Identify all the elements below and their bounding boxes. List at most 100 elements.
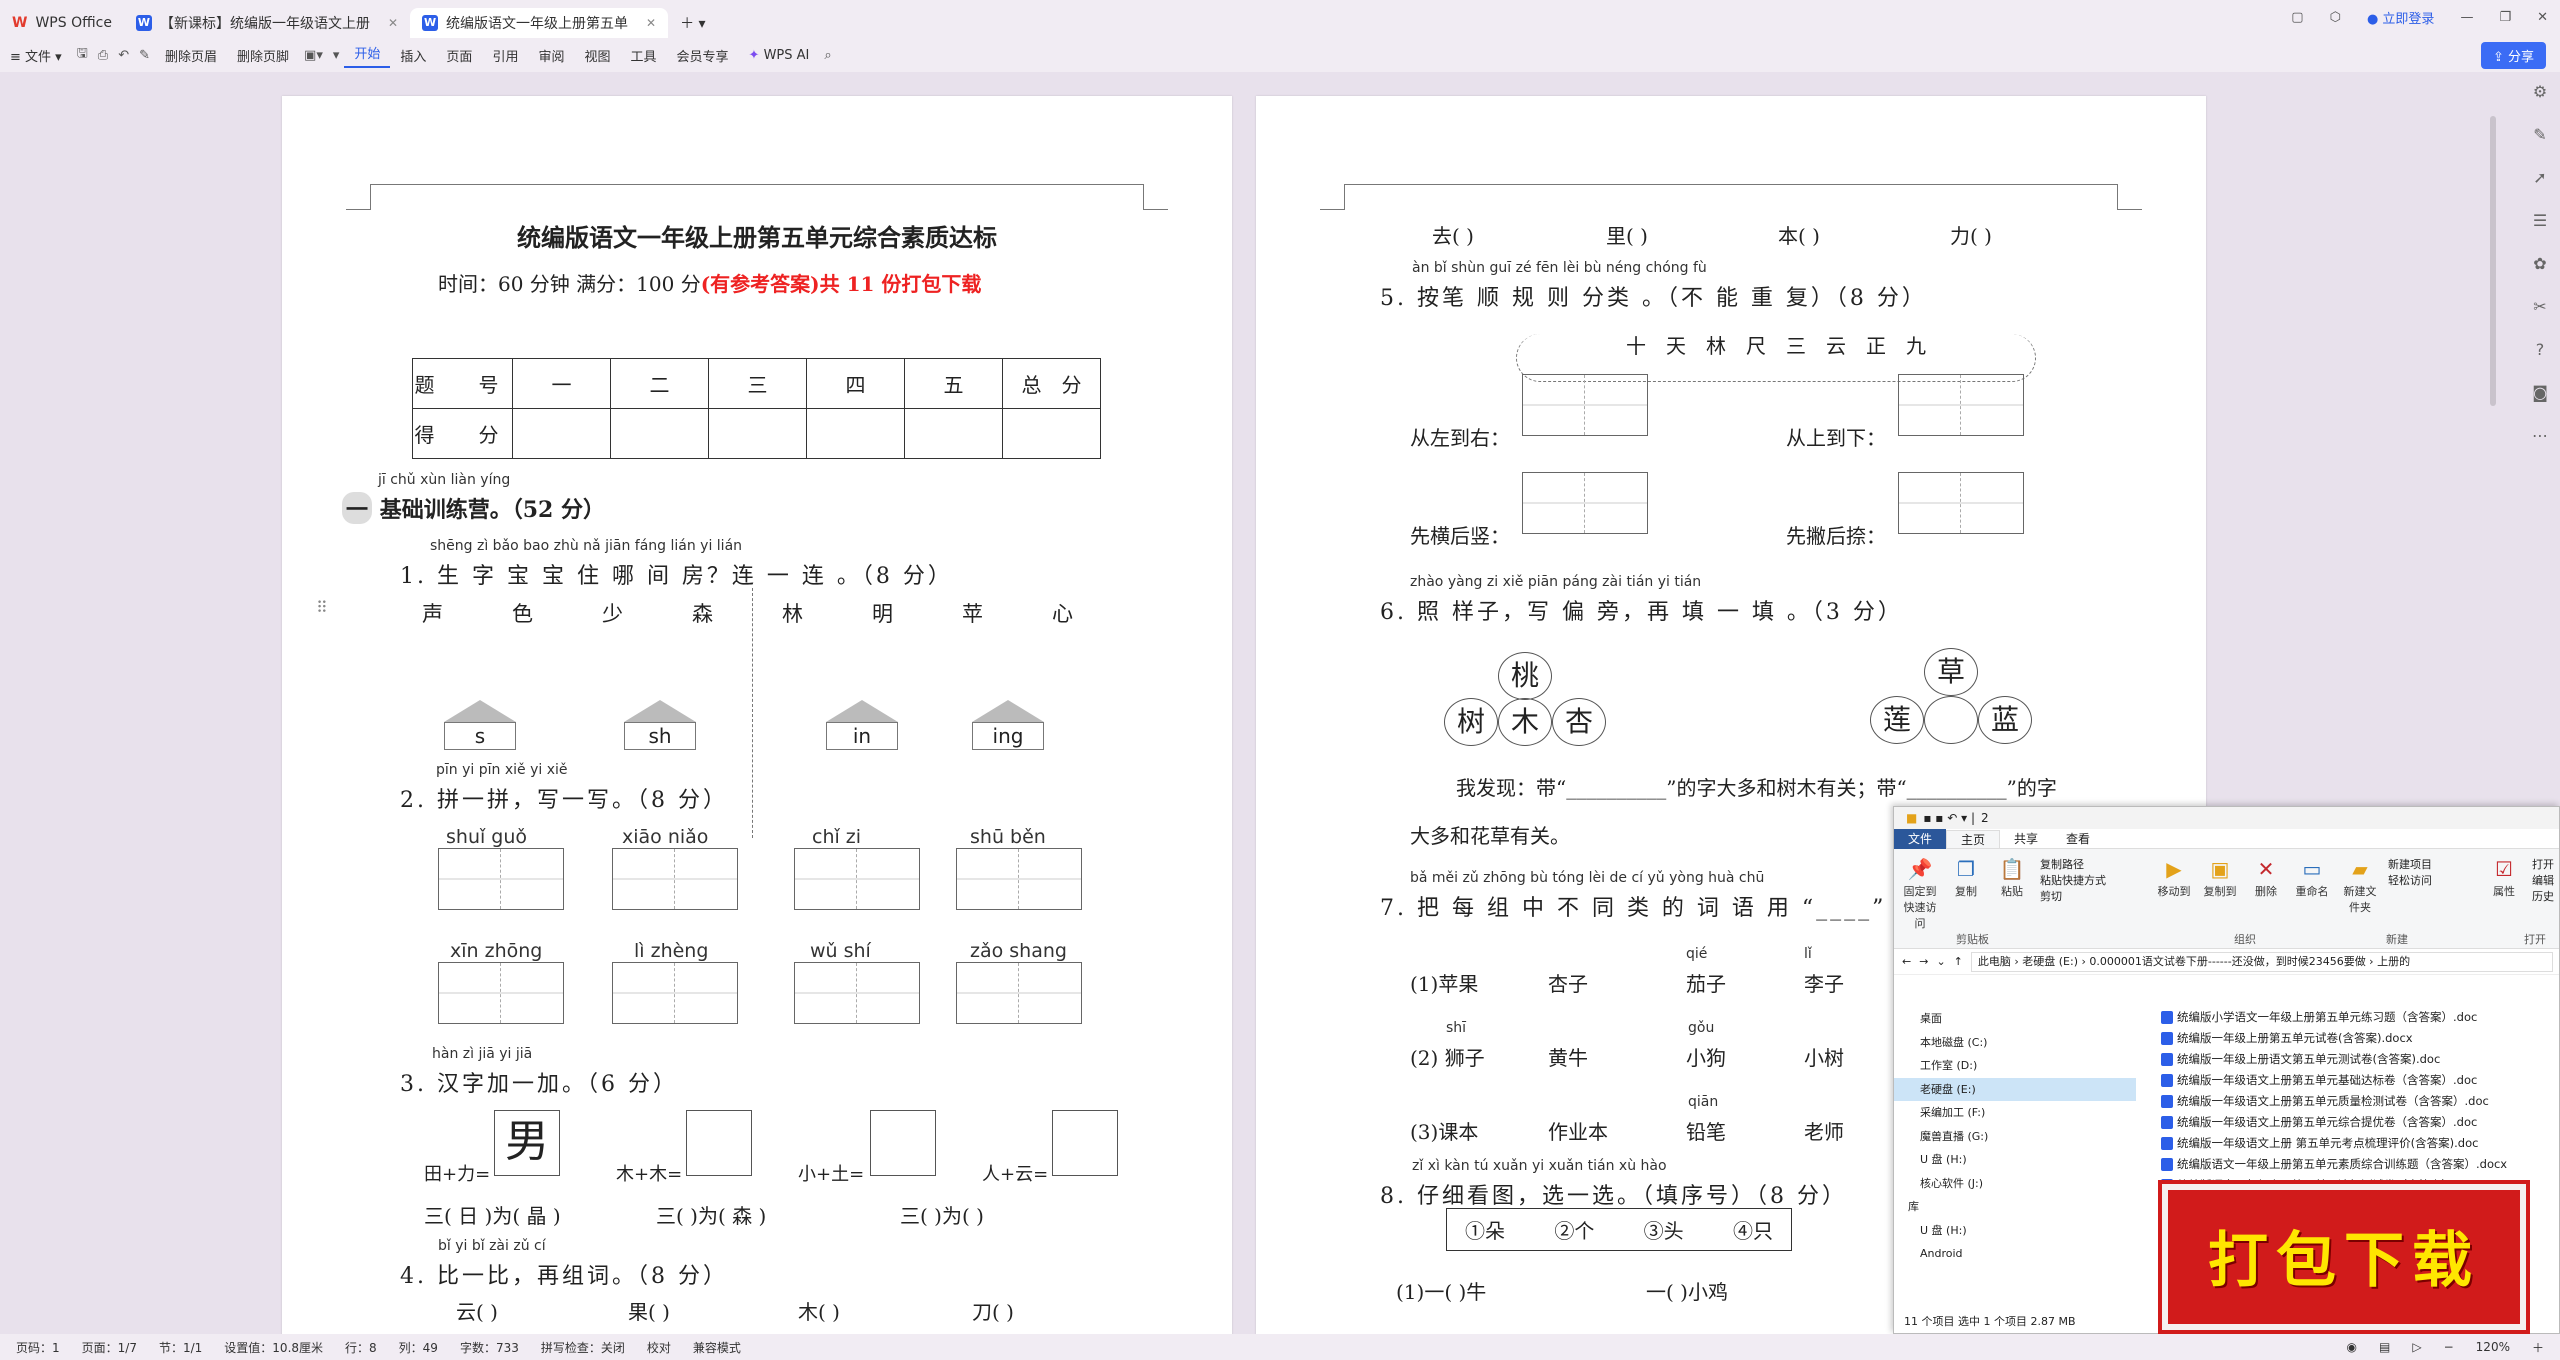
tab-view[interactable]: 视图 — [574, 46, 620, 65]
tab-reference[interactable]: 引用 — [482, 46, 528, 65]
file-item[interactable]: 统编版一年级上册语文第五单元测试卷(含答案).doc — [2159, 1049, 2559, 1070]
answer-box[interactable]: 男 — [494, 1110, 560, 1176]
copy-button[interactable]: ❐ 复制 — [1948, 857, 1984, 899]
new-item-button[interactable]: 新建项目 — [2388, 857, 2458, 873]
format-painter-icon[interactable]: ✎ — [134, 48, 155, 63]
camera-icon[interactable]: ◙ — [2532, 383, 2548, 402]
file-item[interactable]: 统编版一年级语文上册第五单元质量检测试卷（含答案）.doc — [2159, 1091, 2559, 1112]
select-icon[interactable]: ➚ — [2533, 168, 2546, 187]
more-icon[interactable]: ⋯ — [2532, 426, 2548, 445]
writing-grid[interactable] — [1898, 374, 2024, 436]
history-button[interactable]: 历史 — [2532, 889, 2560, 905]
nav-item[interactable]: Android — [1894, 1242, 2136, 1266]
save-icon[interactable]: 🖫 — [72, 44, 93, 66]
help-icon[interactable]: ? — [2536, 340, 2545, 359]
writing-grid[interactable] — [438, 848, 564, 910]
restore-icon[interactable]: ❐ — [2499, 10, 2511, 25]
copy-to-button[interactable]: ▣ 复制到 — [2202, 857, 2238, 899]
status-compat-mode[interactable]: 兼容模式 — [693, 1339, 741, 1356]
writing-grid[interactable] — [794, 848, 920, 910]
undo-icon[interactable]: ↶ — [113, 48, 134, 63]
nav-item[interactable]: 本地磁盘 (C:) — [1894, 1031, 2136, 1055]
status-section[interactable]: 节：1/1 — [159, 1339, 202, 1356]
more-icon[interactable]: ▾ — [328, 48, 345, 63]
download-banner[interactable]: 打包下载 — [2162, 1184, 2526, 1330]
cut-button[interactable]: 剪切 — [2040, 889, 2130, 905]
file-item[interactable]: 统编版一年级语文上册第五单元基础达标卷（含答案）.doc — [2159, 1070, 2559, 1091]
explorer-tab-file[interactable]: 文件 — [1894, 828, 1947, 849]
nav-item[interactable]: 核心软件 (J:) — [1894, 1172, 2136, 1196]
forward-icon[interactable]: → — [1919, 955, 1928, 968]
wps-ai-button[interactable]: ✦ WPS AI — [739, 48, 820, 63]
close-window-icon[interactable]: ✕ — [2537, 10, 2548, 25]
file-item[interactable]: 统编版小学语文一年级上册第五单元练习题（含答案）.doc — [2159, 1007, 2559, 1028]
explorer-tab-view[interactable]: 查看 — [2052, 830, 2104, 847]
zoom-in-icon[interactable]: ＋ — [2532, 1339, 2544, 1356]
status-proofread[interactable]: 校对 — [647, 1339, 671, 1356]
tab-page[interactable]: 页面 — [436, 46, 482, 65]
close-tab-icon[interactable]: ✕ — [388, 16, 398, 30]
writing-grid[interactable] — [612, 848, 738, 910]
file-item[interactable]: 统编版语文一年级上册第五单元素质综合训练题（含答案）.docx — [2159, 1154, 2559, 1175]
writing-grid[interactable] — [956, 848, 1082, 910]
move-to-button[interactable]: ▶ 移动到 — [2156, 857, 2192, 899]
status-pages[interactable]: 页面：1/7 — [82, 1339, 137, 1356]
eye-icon[interactable]: ◉ — [2347, 1340, 2357, 1354]
print-icon[interactable]: ⎙ — [93, 48, 113, 63]
explorer-tab-home[interactable]: 主页 — [1946, 829, 2001, 848]
menu-button[interactable]: ≡ 文件 ▾ — [0, 46, 72, 65]
settings-icon[interactable]: ☰ — [2533, 211, 2547, 230]
tab-document-2[interactable]: W 统编版语文一年级上册第五单 ✕ — [410, 8, 669, 38]
tab-member[interactable]: 会员专享 — [667, 46, 739, 65]
open-button[interactable]: 打开 — [2532, 857, 2560, 873]
tab-document-1[interactable]: W 【新课标】统编版一年级语文上册 ✕ — [124, 8, 410, 38]
file-item[interactable]: 统编版一年级语文上册 第五单元考点梳理评价(含答案).doc — [2159, 1133, 2559, 1154]
tab-wps-office[interactable]: W WPS Office — [0, 8, 124, 38]
nav-item[interactable]: 库 — [1894, 1195, 2136, 1219]
status-page[interactable]: 页码：1 — [16, 1339, 60, 1356]
search-icon[interactable]: ⌕ — [819, 48, 836, 63]
new-tab-button[interactable]: ＋ ▾ — [668, 8, 717, 38]
cube-icon[interactable]: ⬡ — [2330, 10, 2341, 25]
tab-review[interactable]: 审阅 — [528, 46, 574, 65]
tab-start[interactable]: 开始 — [344, 43, 391, 68]
file-item[interactable]: 统编版一年级语文上册第五单元综合提优卷（含答案）.doc — [2159, 1112, 2559, 1133]
nav-item[interactable]: 桌面 — [1894, 1007, 2136, 1031]
tools-icon[interactable]: ✂ — [2533, 297, 2546, 316]
play-icon[interactable]: ▷ — [2412, 1340, 2421, 1354]
path-input[interactable]: 此电脑 › 老硬盘 (E:) › 0.000001语文试卷下册------还没做… — [1970, 951, 2553, 972]
close-tab-icon[interactable]: ✕ — [646, 16, 656, 30]
tab-tools[interactable]: 工具 — [620, 46, 666, 65]
delete-footer-button[interactable]: 删除页脚 — [227, 46, 299, 65]
login-button[interactable]: ● 立即登录 — [2367, 8, 2435, 27]
nav-item[interactable]: 工作室 (D:) — [1894, 1054, 2136, 1078]
nav-item[interactable]: U 盘 (H:) — [1894, 1219, 2136, 1243]
tab-insert[interactable]: 插入 — [390, 46, 436, 65]
status-word-count[interactable]: 字数：733 — [460, 1339, 519, 1356]
drag-handle-icon[interactable]: ⠿ — [316, 598, 328, 617]
share-button[interactable]: ⇪ 分享 — [2480, 42, 2546, 69]
status-spellcheck[interactable]: 拼写检查：关闭 — [541, 1339, 625, 1356]
delete-header-button[interactable]: 删除页眉 — [155, 46, 227, 65]
zoom-out-icon[interactable]: − — [2444, 1340, 2454, 1354]
paste-button[interactable]: 📋 粘贴 — [1994, 857, 2030, 899]
writing-grid[interactable] — [438, 962, 564, 1024]
quick-access-icons[interactable]: ▪ ▪ ↶ ▾ | — [1923, 811, 1975, 825]
answer-box[interactable] — [1052, 1110, 1118, 1176]
status-row[interactable]: 行：8 — [345, 1339, 377, 1356]
writing-grid[interactable] — [956, 962, 1082, 1024]
style-icon[interactable]: ✿ — [2533, 254, 2546, 273]
writing-grid[interactable] — [612, 962, 738, 1024]
nav-item[interactable]: 采编加工 (F:) — [1894, 1101, 2136, 1125]
writing-grid[interactable] — [794, 962, 920, 1024]
delete-button[interactable]: ✕ 删除 — [2248, 857, 2284, 899]
rename-button[interactable]: ▭ 重命名 — [2294, 857, 2330, 899]
edit-button[interactable]: 编辑 — [2532, 873, 2560, 889]
file-item[interactable]: 统编版一年级上册第五单元试卷(含答案).docx — [2159, 1028, 2559, 1049]
nav-item[interactable]: U 盘 (H:) — [1894, 1148, 2136, 1172]
explorer-tab-share[interactable]: 共享 — [2000, 830, 2052, 847]
back-icon[interactable]: ← — [1902, 955, 1911, 968]
writing-grid[interactable] — [1898, 472, 2024, 534]
up-icon[interactable]: ↑ — [1954, 955, 1963, 968]
pin-quick-access-button[interactable]: 📌 固定到快速访问 — [1902, 857, 1938, 931]
